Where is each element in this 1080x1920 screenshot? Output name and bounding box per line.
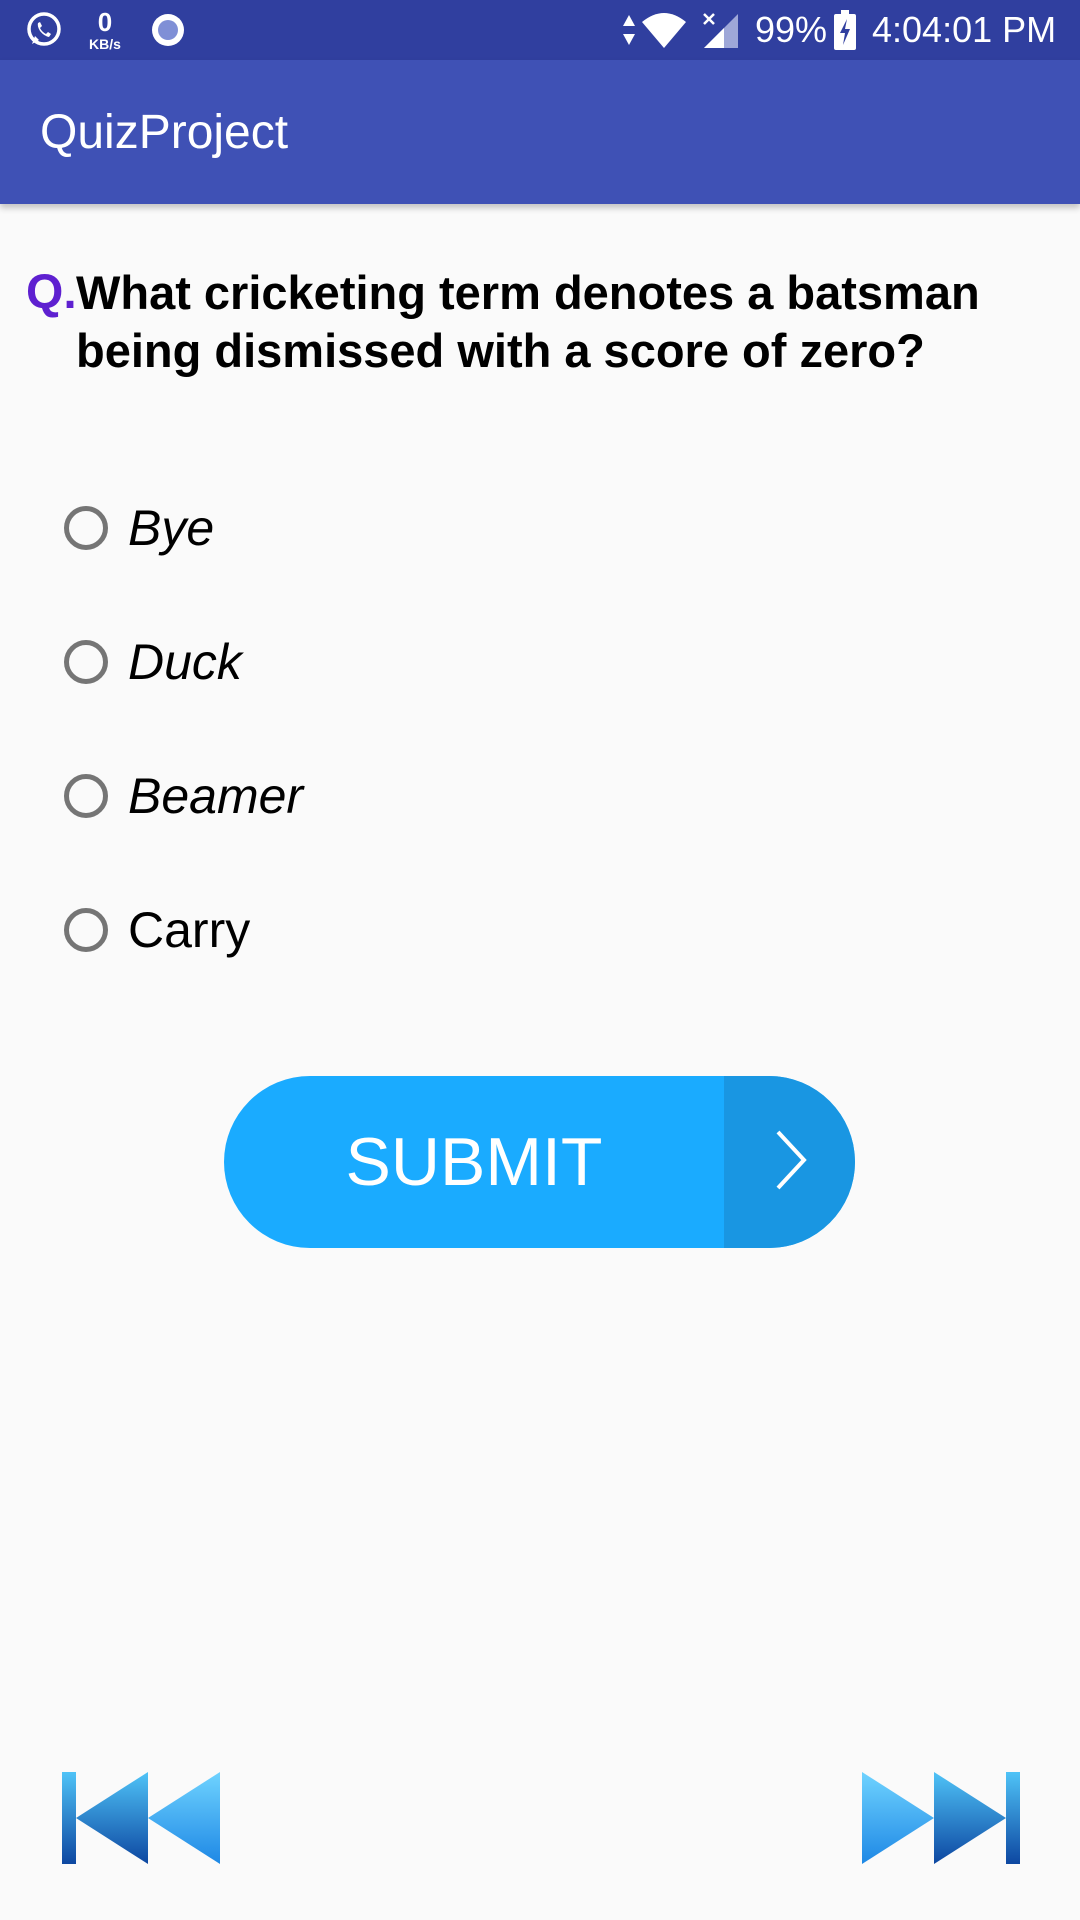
app-bar: QuizProject [0,60,1080,204]
radio-button[interactable] [64,640,108,684]
option-label: Bye [128,500,215,556]
question: Q. What cricketing term denotes a batsma… [26,264,1046,380]
option-carry[interactable]: Carry [64,890,250,970]
clock: 4:04:01 PM [872,9,1057,50]
whatsapp-icon [22,0,66,60]
signal-icon [698,0,742,60]
battery-charging-icon [830,0,860,60]
wifi-icon [636,0,692,60]
network-speed-indicator: 0 KB/s [80,0,130,60]
submit-label: SUBMIT [345,1124,603,1200]
record-icon [148,0,188,60]
net-speed-value: 0 [97,7,113,37]
net-speed-unit: KB/s [89,36,121,52]
skip-previous-icon [56,1772,226,1872]
option-bye[interactable]: Bye [64,488,214,568]
previous-question-button[interactable] [56,1768,226,1868]
skip-next-icon [856,1772,1026,1872]
radio-button[interactable] [64,506,108,550]
option-beamer[interactable]: Beamer [64,756,303,836]
status-bar: 0 KB/s 99% 4:04:01 PM [0,0,1080,60]
next-question-button[interactable] [856,1768,1026,1868]
chevron-right-icon [770,1128,810,1197]
app-title: QuizProject [40,105,289,159]
radio-button[interactable] [64,908,108,952]
radio-button[interactable] [64,774,108,818]
option-label: Carry [128,902,251,958]
option-label: Beamer [128,768,304,824]
question-text: What cricketing term denotes a batsman b… [76,266,980,377]
battery-percent: 99% [754,9,828,50]
option-label: Duck [128,634,242,690]
option-duck[interactable]: Duck [64,622,242,702]
question-prefix: Q. [26,266,77,319]
submit-button[interactable]: SUBMIT [224,1076,855,1248]
submit-arrow-area [724,1076,855,1248]
